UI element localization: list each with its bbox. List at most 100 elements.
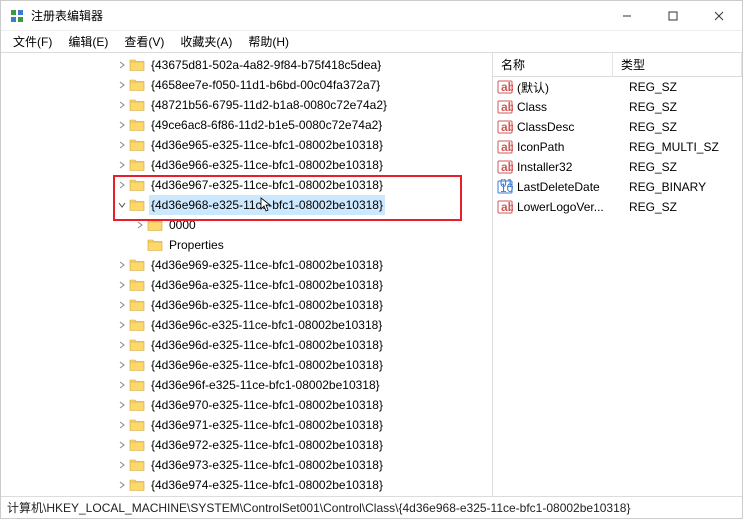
svg-text:ab: ab [501, 200, 513, 214]
tree-item[interactable]: {4d36e96a-e325-11ce-bfc1-08002be10318} [1, 275, 492, 295]
menu-file[interactable]: 文件(F) [5, 30, 60, 53]
value-type: REG_BINARY [629, 180, 742, 194]
maximize-button[interactable] [650, 1, 696, 30]
tree-item[interactable]: {4d36e969-e325-11ce-bfc1-08002be10318} [1, 255, 492, 275]
chevron-right-icon[interactable] [115, 361, 129, 369]
tree-item[interactable]: {4d36e966-e325-11ce-bfc1-08002be10318} [1, 155, 492, 175]
tree-item[interactable]: Properties [1, 235, 492, 255]
chevron-right-icon[interactable] [115, 181, 129, 189]
tree-item[interactable]: {4d36e972-e325-11ce-bfc1-08002be10318} [1, 435, 492, 455]
minimize-button[interactable] [604, 1, 650, 30]
value-name: (默认) [517, 79, 629, 96]
chevron-right-icon[interactable] [115, 421, 129, 429]
chevron-right-icon[interactable] [115, 261, 129, 269]
list-row[interactable]: abClassDescREG_SZ [493, 117, 742, 137]
chevron-right-icon[interactable] [115, 321, 129, 329]
tree-item-label: {4d36e970-e325-11ce-bfc1-08002be10318} [149, 395, 385, 415]
folder-icon [129, 198, 145, 212]
chevron-right-icon[interactable] [115, 301, 129, 309]
folder-icon [129, 58, 145, 72]
tree-item-label: {4d36e96d-e325-11ce-bfc1-08002be10318} [149, 335, 385, 355]
menu-favorites[interactable]: 收藏夹(A) [172, 30, 240, 53]
tree-item[interactable]: {4d36e96e-e325-11ce-bfc1-08002be10318} [1, 355, 492, 375]
tree-item[interactable]: {4d36e96d-e325-11ce-bfc1-08002be10318} [1, 335, 492, 355]
status-path: 计算机\HKEY_LOCAL_MACHINE\SYSTEM\ControlSet… [7, 499, 630, 516]
list-row[interactable]: abIconPathREG_MULTI_SZ [493, 137, 742, 157]
svg-text:ab: ab [501, 80, 513, 94]
chevron-right-icon[interactable] [115, 401, 129, 409]
tree-item[interactable]: {48721b56-6795-11d2-b1a8-0080c72e74a2} [1, 95, 492, 115]
tree-item[interactable]: {4d36e970-e325-11ce-bfc1-08002be10318} [1, 395, 492, 415]
window-title: 注册表编辑器 [31, 7, 604, 24]
tree-item[interactable]: {4d36e96b-e325-11ce-bfc1-08002be10318} [1, 295, 492, 315]
menu-view[interactable]: 查看(V) [116, 30, 172, 53]
tree-item-label: 0000 [167, 215, 198, 235]
chevron-right-icon[interactable] [115, 141, 129, 149]
app-icon [9, 8, 25, 24]
tree-pane[interactable]: {43675d81-502a-4a82-9f84-b75f418c5dea}{4… [1, 53, 493, 496]
chevron-right-icon[interactable] [115, 481, 129, 489]
string-value-icon: ab [497, 79, 513, 95]
folder-icon [129, 298, 145, 312]
tree-item-label: {4d36e969-e325-11ce-bfc1-08002be10318} [149, 255, 385, 275]
chevron-right-icon[interactable] [115, 281, 129, 289]
menu-edit[interactable]: 编辑(E) [60, 30, 116, 53]
tree-item[interactable]: {4d36e971-e325-11ce-bfc1-08002be10318} [1, 415, 492, 435]
tree-item[interactable]: {4658ee7e-f050-11d1-b6bd-00c04fa372a7} [1, 75, 492, 95]
close-button[interactable] [696, 1, 742, 30]
tree-item[interactable]: {43675d81-502a-4a82-9f84-b75f418c5dea} [1, 55, 492, 75]
titlebar: 注册表编辑器 [1, 1, 742, 31]
chevron-right-icon[interactable] [115, 441, 129, 449]
chevron-right-icon[interactable] [115, 161, 129, 169]
list-row[interactable]: 01101001LastDeleteDateREG_BINARY [493, 177, 742, 197]
col-header-type[interactable]: 类型 [613, 53, 742, 76]
col-header-name[interactable]: 名称 [493, 53, 613, 76]
tree-item[interactable]: {4d36e973-e325-11ce-bfc1-08002be10318} [1, 455, 492, 475]
tree-item[interactable]: 0000 [1, 215, 492, 235]
chevron-right-icon[interactable] [115, 461, 129, 469]
folder-icon [129, 258, 145, 272]
list-row[interactable]: abLowerLogoVer...REG_SZ [493, 197, 742, 217]
tree-item-label: {4d36e96e-e325-11ce-bfc1-08002be10318} [149, 355, 385, 375]
string-value-icon: ab [497, 159, 513, 175]
svg-text:ab: ab [501, 140, 513, 154]
folder-icon [129, 338, 145, 352]
chevron-right-icon[interactable] [115, 341, 129, 349]
string-value-icon: ab [497, 119, 513, 135]
folder-icon [129, 438, 145, 452]
tree-item[interactable]: {49ce6ac8-6f86-11d2-b1e5-0080c72e74a2} [1, 115, 492, 135]
tree-item-label: {48721b56-6795-11d2-b1a8-0080c72e74a2} [149, 95, 389, 115]
chevron-right-icon[interactable] [115, 101, 129, 109]
list-pane[interactable]: 名称 类型 ab(默认)REG_SZabClassREG_SZabClassDe… [493, 53, 742, 496]
chevron-right-icon[interactable] [115, 381, 129, 389]
list-row[interactable]: abClassREG_SZ [493, 97, 742, 117]
chevron-right-icon[interactable] [115, 61, 129, 69]
window-controls [604, 1, 742, 30]
chevron-right-icon[interactable] [115, 81, 129, 89]
chevron-down-icon[interactable] [115, 201, 129, 209]
tree-item[interactable]: {4d36e968-e325-11ce-bfc1-08002be10318} [1, 195, 492, 215]
value-type: REG_SZ [629, 100, 742, 114]
svg-text:ab: ab [501, 120, 513, 134]
list-row[interactable]: ab (默认)REG_SZ [493, 77, 742, 97]
tree-item-label: Properties [167, 235, 226, 255]
value-type: REG_MULTI_SZ [629, 140, 742, 154]
tree-item[interactable]: {4d36e96f-e325-11ce-bfc1-08002be10318} [1, 375, 492, 395]
tree-item-label: {4d36e972-e325-11ce-bfc1-08002be10318} [149, 435, 385, 455]
menu-help[interactable]: 帮助(H) [240, 30, 297, 53]
folder-icon [129, 78, 145, 92]
tree-item[interactable]: {4d36e965-e325-11ce-bfc1-08002be10318} [1, 135, 492, 155]
chevron-right-icon[interactable] [115, 121, 129, 129]
tree-item[interactable]: {4d36e974-e325-11ce-bfc1-08002be10318} [1, 475, 492, 495]
list-row[interactable]: abInstaller32REG_SZ [493, 157, 742, 177]
tree-item[interactable]: {4d36e967-e325-11ce-bfc1-08002be10318} [1, 175, 492, 195]
value-name: Class [517, 100, 629, 114]
folder-icon [147, 238, 163, 252]
value-type: REG_SZ [629, 160, 742, 174]
folder-icon [129, 398, 145, 412]
chevron-right-icon[interactable] [133, 221, 147, 229]
tree-item[interactable]: {4d36e96c-e325-11ce-bfc1-08002be10318} [1, 315, 492, 335]
value-type: REG_SZ [629, 80, 742, 94]
folder-icon [129, 378, 145, 392]
tree-item-label: {4d36e966-e325-11ce-bfc1-08002be10318} [149, 155, 385, 175]
